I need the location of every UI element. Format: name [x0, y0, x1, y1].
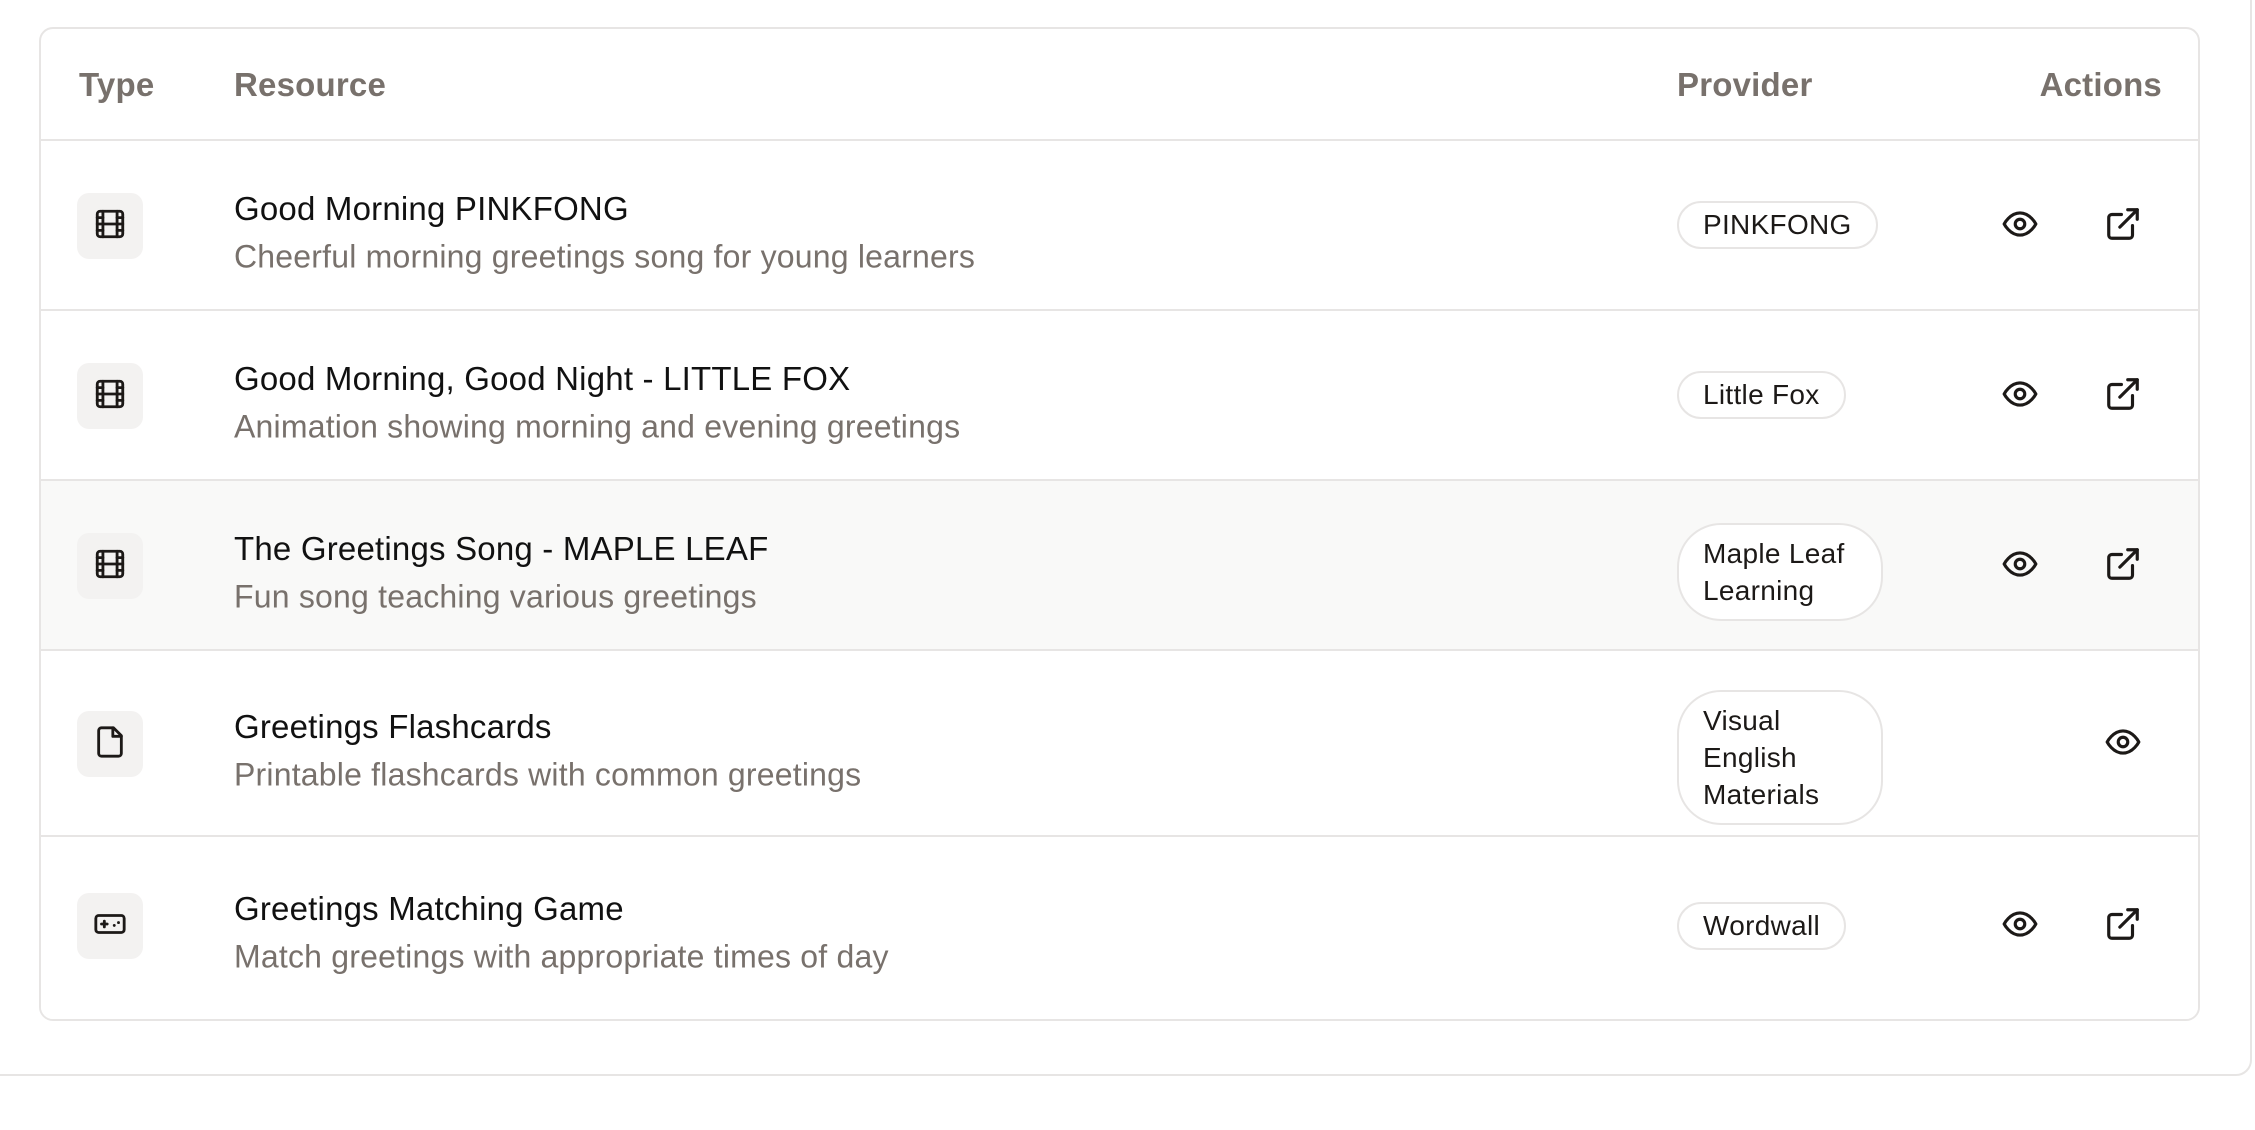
provider-badge: Wordwall	[1677, 902, 1847, 950]
column-header-type: Type	[79, 66, 155, 103]
view-button[interactable]	[1992, 538, 2048, 594]
eye-icon	[2104, 723, 2142, 766]
film-icon	[93, 377, 127, 416]
gamepad-icon	[93, 907, 127, 946]
table-row[interactable]: Good Morning, Good Night - LITTLE FOX An…	[41, 311, 2198, 481]
table-row[interactable]: Good Morning PINKFONG Cheerful morning g…	[41, 141, 2198, 311]
resource-description: Cheerful morning greetings song for youn…	[234, 238, 976, 275]
view-button[interactable]	[2095, 716, 2151, 772]
open-external-button[interactable]	[2095, 898, 2151, 954]
resource-description: Fun song teaching various greetings	[234, 578, 757, 615]
film-icon	[93, 547, 127, 586]
column-header-provider: Provider	[1677, 66, 1813, 103]
eye-icon	[2001, 545, 2039, 588]
view-button[interactable]	[1992, 198, 2048, 254]
resources-table: Type Resource Provider Actions Good Morn…	[39, 27, 2200, 1021]
resource-description: Animation showing morning and evening gr…	[234, 408, 961, 445]
eye-icon	[2001, 205, 2039, 248]
type-video	[77, 533, 143, 599]
type-document	[77, 711, 143, 777]
open-external-button[interactable]	[2095, 368, 2151, 424]
film-icon	[93, 207, 127, 246]
table-row[interactable]: Greetings Flashcards Printable flashcard…	[41, 651, 2198, 837]
resource-description: Match greetings with appropriate times o…	[234, 938, 889, 975]
type-game	[77, 893, 143, 959]
column-header-actions: Actions	[2039, 66, 2162, 103]
file-icon	[93, 725, 127, 764]
provider-badge: Little Fox	[1677, 371, 1846, 419]
open-external-button[interactable]	[2095, 198, 2151, 254]
external-link-icon	[2104, 545, 2142, 588]
external-link-icon	[2104, 205, 2142, 248]
eye-icon	[2001, 375, 2039, 418]
table-row[interactable]: Greetings Matching Game Match greetings …	[41, 837, 2198, 1019]
provider-badge: PINKFONG	[1677, 201, 1878, 249]
resource-title: Good Morning, Good Night - LITTLE FOX	[234, 360, 851, 397]
provider-badge: Maple Leaf Learning	[1677, 523, 1883, 621]
table-header: Type Resource Provider Actions	[41, 29, 2198, 141]
type-video	[77, 363, 143, 429]
resource-title: Good Morning PINKFONG	[234, 190, 629, 227]
view-button[interactable]	[1992, 898, 2048, 954]
external-link-icon	[2104, 905, 2142, 948]
resource-description: Printable flashcards with common greetin…	[234, 756, 862, 793]
resource-title: Greetings Matching Game	[234, 890, 624, 927]
type-video	[77, 193, 143, 259]
resource-title: The Greetings Song - MAPLE LEAF	[234, 530, 769, 567]
table-row[interactable]: The Greetings Song - MAPLE LEAF Fun song…	[41, 481, 2198, 651]
view-button[interactable]	[1992, 368, 2048, 424]
external-link-icon	[2104, 375, 2142, 418]
open-external-button[interactable]	[2095, 538, 2151, 594]
resource-title: Greetings Flashcards	[234, 708, 552, 745]
eye-icon	[2001, 905, 2039, 948]
provider-badge: Visual English Materials	[1677, 690, 1883, 825]
column-header-resource: Resource	[234, 66, 387, 103]
